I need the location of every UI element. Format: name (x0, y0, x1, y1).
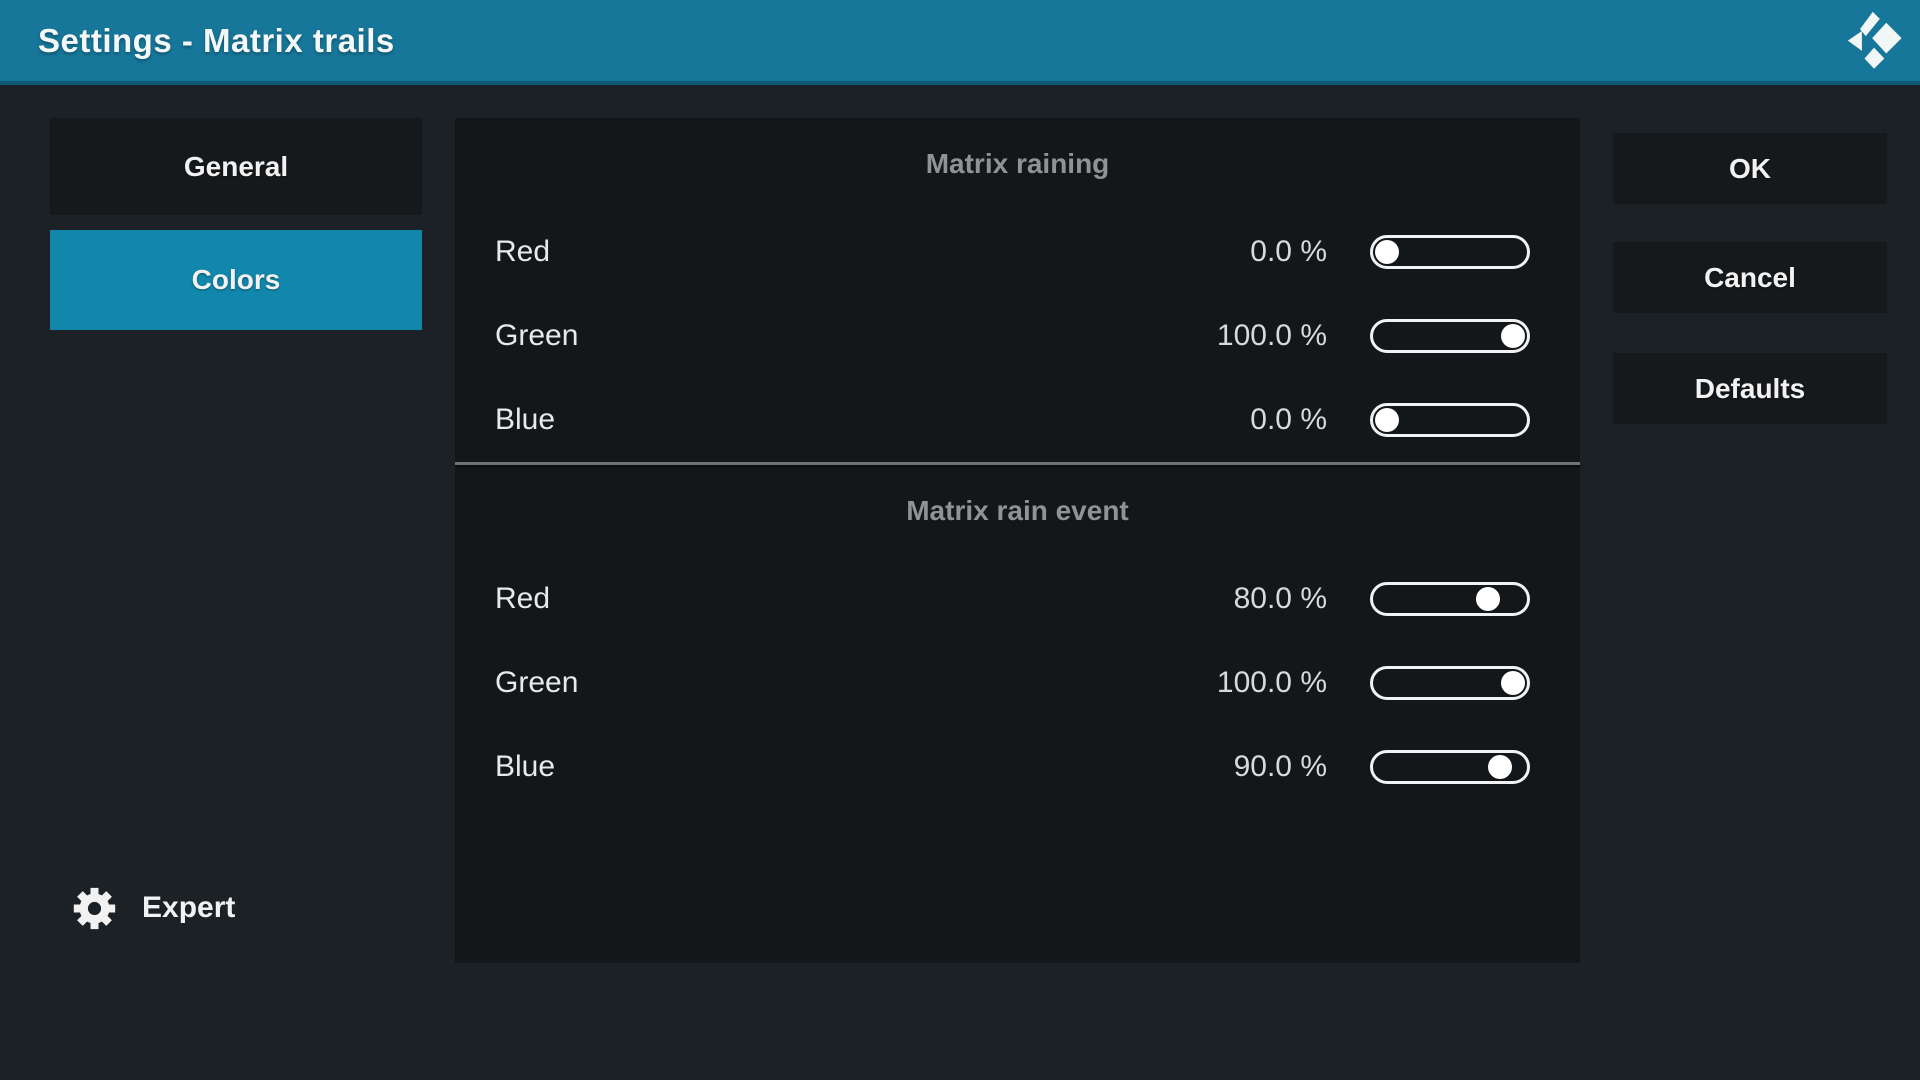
slider-knob[interactable] (1501, 324, 1525, 348)
kodi-logo-icon (1843, 8, 1909, 72)
setting-value: 0.0 % (1250, 403, 1327, 437)
setting-value: 90.0 % (1234, 750, 1327, 784)
window-title: Settings - Matrix trails (38, 22, 395, 60)
setting-label: Blue (495, 750, 1234, 784)
gear-icon (71, 885, 118, 932)
title-bar: Settings - Matrix trails (0, 0, 1920, 85)
setting-value: 100.0 % (1217, 319, 1327, 353)
setting-value: 100.0 % (1217, 666, 1327, 700)
ok-button-label: OK (1729, 153, 1771, 185)
setting-row-raining-blue: Blue 0.0 % (455, 378, 1580, 462)
setting-row-event-blue: Blue 90.0 % (455, 725, 1580, 809)
cancel-button-label: Cancel (1704, 262, 1796, 294)
defaults-button-label: Defaults (1695, 373, 1805, 405)
sidebar-item-label: Colors (192, 264, 281, 296)
slider-raining-red[interactable] (1370, 235, 1530, 269)
ok-button[interactable]: OK (1613, 133, 1887, 204)
setting-row-event-green: Green 100.0 % (455, 641, 1580, 725)
setting-label: Green (495, 666, 1217, 700)
setting-value: 0.0 % (1250, 235, 1327, 269)
slider-knob[interactable] (1375, 240, 1399, 264)
slider-event-green[interactable] (1370, 666, 1530, 700)
settings-level-toggle[interactable]: Expert (71, 883, 235, 933)
group-title-matrix-raining: Matrix raining (455, 118, 1580, 210)
sidebar-item-general[interactable]: General (50, 118, 422, 215)
sidebar-item-colors[interactable]: Colors (50, 230, 422, 330)
setting-row-raining-green: Green 100.0 % (455, 294, 1580, 378)
setting-label: Red (495, 582, 1234, 616)
setting-row-event-red: Red 80.0 % (455, 557, 1580, 641)
slider-knob[interactable] (1488, 755, 1512, 779)
settings-level-label: Expert (142, 891, 235, 925)
slider-knob[interactable] (1476, 587, 1500, 611)
setting-label: Green (495, 319, 1217, 353)
slider-knob[interactable] (1375, 408, 1399, 432)
setting-value: 80.0 % (1234, 582, 1327, 616)
slider-raining-green[interactable] (1370, 319, 1530, 353)
setting-row-raining-red: Red 0.0 % (455, 210, 1580, 294)
sidebar-item-label: General (184, 151, 288, 183)
slider-raining-blue[interactable] (1370, 403, 1530, 437)
slider-event-blue[interactable] (1370, 750, 1530, 784)
setting-label: Red (495, 235, 1250, 269)
setting-label: Blue (495, 403, 1250, 437)
slider-knob[interactable] (1501, 671, 1525, 695)
cancel-button[interactable]: Cancel (1613, 242, 1887, 313)
slider-event-red[interactable] (1370, 582, 1530, 616)
settings-panel: Matrix raining Red 0.0 % Green 100.0 % B… (455, 118, 1580, 963)
group-title-matrix-rain-event: Matrix rain event (455, 465, 1580, 557)
defaults-button[interactable]: Defaults (1613, 353, 1887, 424)
